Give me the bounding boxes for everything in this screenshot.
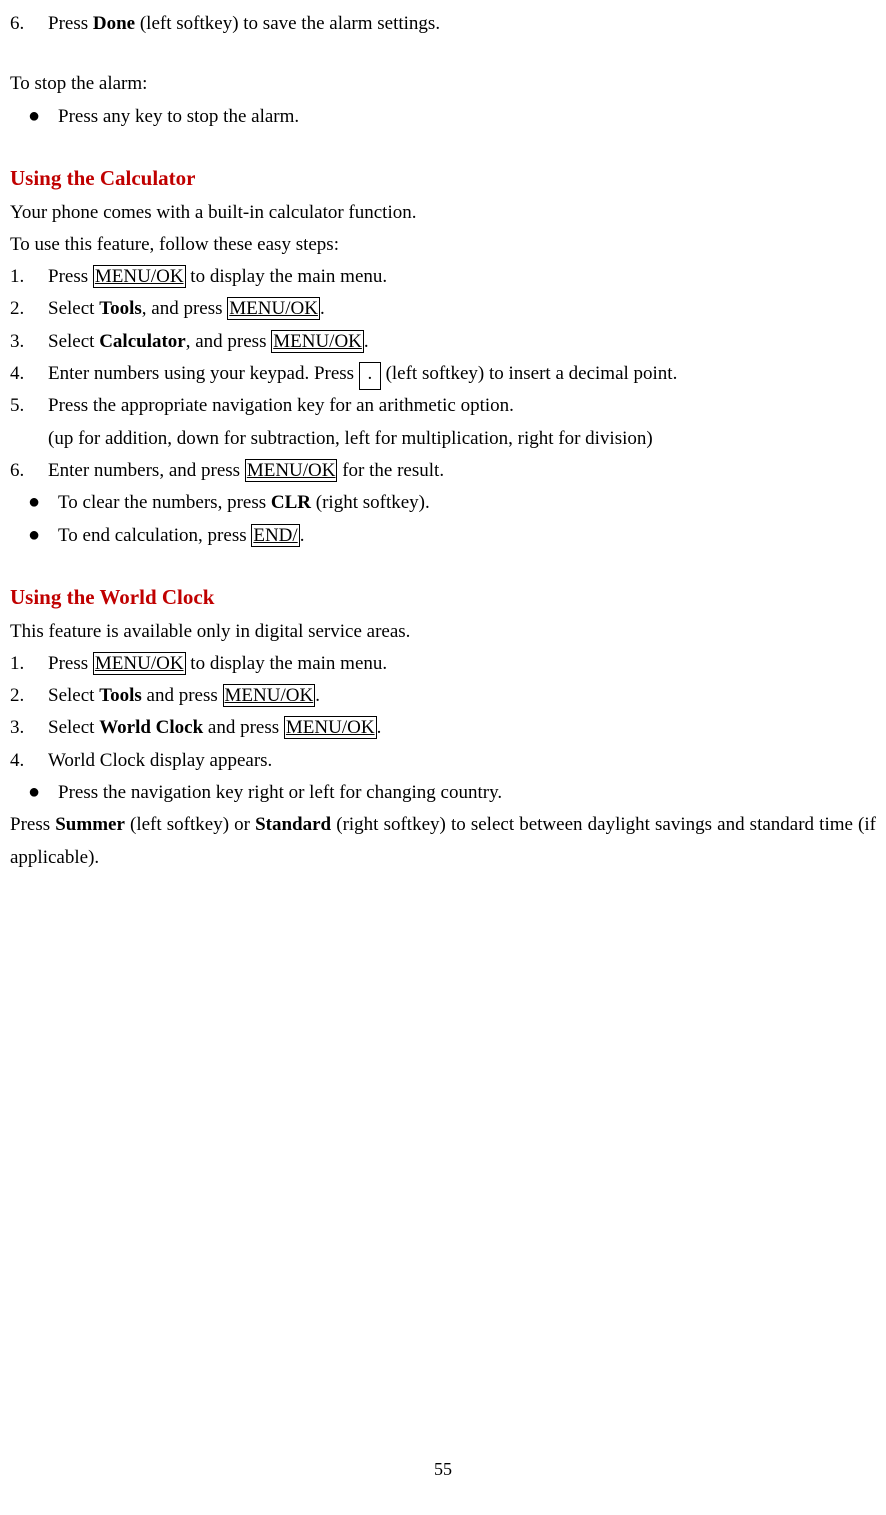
step-body: World Clock display appears. (48, 745, 876, 777)
step-6: 6. Press Done (left softkey) to save the… (10, 8, 876, 40)
standard-label: Standard (255, 814, 331, 835)
clr-label: CLR (271, 492, 311, 513)
step-body: Select Tools, and press MENU/OK. (48, 293, 876, 325)
calc-intro-1: Your phone comes with a built-in calcula… (10, 197, 876, 229)
bullet-icon: ● (10, 101, 58, 133)
text: (left softkey) or (125, 814, 255, 835)
menu-ok-key: MENU/OK (245, 459, 338, 482)
step-number: 6. (10, 8, 48, 40)
text: and press (142, 685, 223, 706)
world-clock-label: World Clock (99, 717, 203, 738)
text: and press (203, 717, 284, 738)
text: Press (48, 13, 93, 34)
menu-ok-key: MENU/OK (93, 265, 186, 288)
text: Press (48, 653, 93, 674)
summer-label: Summer (55, 814, 125, 835)
bullet-text: Press any key to stop the alarm. (58, 101, 876, 133)
calc-step-4: 4. Enter numbers using your keypad. Pres… (10, 358, 876, 390)
step-body: Select Tools and press MENU/OK. (48, 680, 876, 712)
bullet-icon: ● (10, 487, 58, 519)
step-number: 3. (10, 712, 48, 744)
tools-label: Tools (99, 685, 142, 706)
heading-calculator: Using the Calculator (10, 161, 876, 197)
text: , and press (142, 298, 227, 319)
calc-bullet-clear: ● To clear the numbers, press CLR (right… (10, 487, 876, 519)
step-body: Press MENU/OK to display the main menu. (48, 648, 876, 680)
text: . (364, 331, 369, 352)
calc-step-5-note: (up for addition, down for subtraction, … (10, 423, 876, 455)
step-number: 5. (10, 390, 48, 422)
calc-step-1: 1. Press MENU/OK to display the main men… (10, 261, 876, 293)
text: , and press (186, 331, 271, 352)
text: (left softkey) to save the alarm setting… (135, 13, 440, 34)
text: . (320, 298, 325, 319)
step-body: Enter numbers, and press MENU/OK for the… (48, 455, 876, 487)
step-body: Enter numbers using your keypad. Press .… (48, 358, 876, 390)
done-label: Done (93, 13, 135, 34)
text: to display the main menu. (186, 266, 388, 287)
calc-step-3: 3. Select Calculator, and press MENU/OK. (10, 326, 876, 358)
bullet-stop-alarm: ● Press any key to stop the alarm. (10, 101, 876, 133)
text: Press (48, 266, 93, 287)
text: (left softkey) to insert a decimal point… (386, 363, 678, 384)
calc-intro-2: To use this feature, follow these easy s… (10, 229, 876, 261)
text: To end calculation, press (58, 525, 251, 546)
step-number: 2. (10, 680, 48, 712)
text: . (377, 717, 382, 738)
text: (right softkey). (311, 492, 430, 513)
text: Select (48, 685, 99, 706)
heading-world-clock: Using the World Clock (10, 580, 876, 616)
menu-ok-key: MENU/OK (223, 684, 316, 707)
step-number: 1. (10, 261, 48, 293)
text: for the result. (337, 460, 444, 481)
world-step-3: 3. Select World Clock and press MENU/OK. (10, 712, 876, 744)
bullet-text: To clear the numbers, press CLR (right s… (58, 487, 876, 519)
text: Select (48, 331, 99, 352)
step-number: 1. (10, 648, 48, 680)
calc-bullet-end: ● To end calculation, press END/. (10, 520, 876, 552)
step-body: Select World Clock and press MENU/OK. (48, 712, 876, 744)
step-body: Press the appropriate navigation key for… (48, 390, 876, 422)
stop-alarm-intro: To stop the alarm: (10, 68, 876, 100)
bullet-text: To end calculation, press END/. (58, 520, 876, 552)
menu-ok-key: MENU/OK (284, 716, 377, 739)
step-body: Select Calculator, and press MENU/OK. (48, 326, 876, 358)
menu-ok-key: MENU/OK (93, 652, 186, 675)
world-intro: This feature is available only in digita… (10, 616, 876, 648)
text: . (300, 525, 305, 546)
dot-key: . (359, 362, 381, 390)
step-body: Press MENU/OK to display the main menu. (48, 261, 876, 293)
bullet-text: Press the navigation key right or left f… (58, 777, 876, 809)
step-number: 6. (10, 455, 48, 487)
calculator-label: Calculator (99, 331, 186, 352)
step-number: 3. (10, 326, 48, 358)
calc-step-6: 6. Enter numbers, and press MENU/OK for … (10, 455, 876, 487)
calc-step-2: 2. Select Tools, and press MENU/OK. (10, 293, 876, 325)
text: Enter numbers, and press (48, 460, 245, 481)
world-step-1: 1. Press MENU/OK to display the main men… (10, 648, 876, 680)
tools-label: Tools (99, 298, 142, 319)
text: Select (48, 717, 99, 738)
text: To clear the numbers, press (58, 492, 271, 513)
text: . (315, 685, 320, 706)
step-number: 2. (10, 293, 48, 325)
world-final-paragraph: Press Summer (left softkey) or Standard … (10, 809, 876, 874)
bullet-icon: ● (10, 777, 58, 809)
step-number: 4. (10, 358, 48, 390)
end-key: END/ (251, 524, 299, 547)
step-body: Press Done (left softkey) to save the al… (48, 8, 876, 40)
menu-ok-key: MENU/OK (227, 297, 320, 320)
world-step-2: 2. Select Tools and press MENU/OK. (10, 680, 876, 712)
calc-step-5: 5. Press the appropriate navigation key … (10, 390, 876, 422)
world-step-4: 4. World Clock display appears. (10, 745, 876, 777)
menu-ok-key: MENU/OK (271, 330, 364, 353)
step-number: 4. (10, 745, 48, 777)
page-number: 55 (10, 1454, 876, 1485)
text: to display the main menu. (186, 653, 388, 674)
text: Select (48, 298, 99, 319)
world-bullet-nav: ● Press the navigation key right or left… (10, 777, 876, 809)
text: Press (10, 814, 55, 835)
text: Enter numbers using your keypad. Press (48, 363, 359, 384)
bullet-icon: ● (10, 520, 58, 552)
